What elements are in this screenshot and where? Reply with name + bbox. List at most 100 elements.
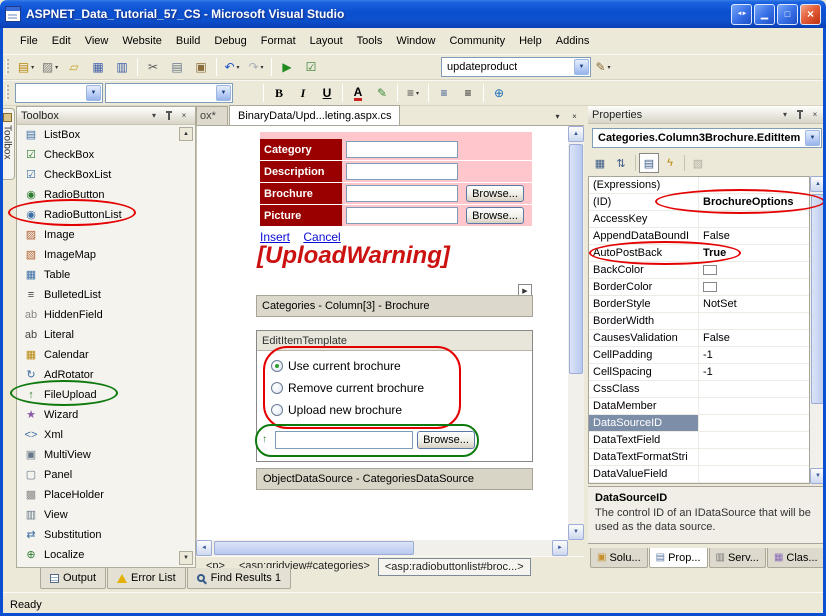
fileupload-browse-button[interactable]: Browse... bbox=[417, 431, 475, 449]
style-combo[interactable]: ▼ bbox=[15, 83, 103, 103]
copy-button[interactable]: ▤ bbox=[166, 57, 188, 77]
document-tab-active[interactable]: BinaryData/Upd...leting.aspx.cs bbox=[229, 105, 400, 125]
property-row-borderstyle[interactable]: BorderStyleNotSet bbox=[589, 296, 809, 313]
font-combo[interactable]: ▼ bbox=[105, 83, 233, 103]
toolbox-item-multiview[interactable]: ▣MultiView bbox=[17, 445, 195, 465]
toolbox-item-xml[interactable]: <>Xml bbox=[17, 425, 195, 445]
objectdatasource-control[interactable]: ObjectDataSource - CategoriesDataSource bbox=[256, 468, 533, 490]
property-value[interactable]: -1 bbox=[699, 364, 809, 380]
property-value[interactable] bbox=[699, 466, 809, 482]
toolbox-item-adrotator[interactable]: ↻AdRotator bbox=[17, 365, 195, 385]
property-value[interactable]: NotSet bbox=[699, 296, 809, 312]
menu-item-edit[interactable]: Edit bbox=[45, 30, 78, 52]
window-arrange-button[interactable]: ◄► bbox=[731, 4, 752, 25]
add-item-button[interactable]: ▨▾ bbox=[39, 57, 61, 77]
toolbox-item-panel[interactable]: ▢Panel bbox=[17, 465, 195, 485]
field-textbox[interactable] bbox=[346, 141, 458, 158]
property-value[interactable] bbox=[699, 432, 809, 448]
property-row-cellspacing[interactable]: CellSpacing-1 bbox=[589, 364, 809, 381]
toolbox-item-substitution[interactable]: ⇄Substitution bbox=[17, 525, 195, 545]
close-panel-button[interactable]: × bbox=[177, 109, 191, 123]
property-row-id[interactable]: (ID)BrochureOptions bbox=[589, 194, 809, 211]
auto-hide-button[interactable] bbox=[793, 108, 807, 122]
toolbar-combobox[interactable]: updateproduct ▼ bbox=[441, 57, 591, 77]
toolbox-item-radiobutton[interactable]: ◉RadioButton bbox=[17, 185, 195, 205]
scroll-down-button[interactable]: ▼ bbox=[179, 551, 193, 565]
panel-tab-clas[interactable]: ▦Clas... bbox=[767, 548, 825, 568]
highlight-button[interactable]: ✎ bbox=[371, 83, 393, 103]
property-row-backcolor[interactable]: BackColor bbox=[589, 262, 809, 279]
categorized-button[interactable]: ▦ bbox=[590, 153, 610, 173]
menu-item-website[interactable]: Website bbox=[115, 30, 169, 52]
toolbox-item-radiobuttonlist[interactable]: ◉RadioButtonList bbox=[17, 205, 195, 225]
gridview-column-header[interactable]: Categories - Column[3] - Brochure bbox=[256, 295, 533, 317]
property-row-datamember[interactable]: DataMember bbox=[589, 398, 809, 415]
radio-option-upload-new-brochure[interactable]: Upload new brochure bbox=[271, 399, 424, 421]
menu-item-help[interactable]: Help bbox=[512, 30, 549, 52]
property-row-datatextformatstri[interactable]: DataTextFormatStri bbox=[589, 449, 809, 466]
property-row-autopostback[interactable]: AutoPostBackTrue bbox=[589, 245, 809, 262]
close-button[interactable]: × bbox=[800, 4, 821, 25]
property-value[interactable]: -1 bbox=[699, 347, 809, 363]
scrollbar-thumb[interactable] bbox=[214, 541, 414, 555]
property-value[interactable] bbox=[699, 313, 809, 329]
save-button[interactable]: ▦ bbox=[87, 57, 109, 77]
chevron-down-icon[interactable]: ▼ bbox=[86, 85, 101, 101]
property-value[interactable] bbox=[699, 211, 809, 227]
window-menu-button[interactable]: ▾ bbox=[778, 108, 792, 122]
property-value[interactable]: False bbox=[699, 330, 809, 346]
toolbox-item-checkboxlist[interactable]: ☑CheckBoxList bbox=[17, 165, 195, 185]
menu-item-window[interactable]: Window bbox=[389, 30, 442, 52]
panel-tab-prop[interactable]: ▤Prop... bbox=[649, 548, 708, 568]
toolbox-item-wizard[interactable]: ★Wizard bbox=[17, 405, 195, 425]
check-page-button[interactable]: ☑ bbox=[300, 57, 322, 77]
toolbox-item-hiddenfield[interactable]: abHiddenField bbox=[17, 305, 195, 325]
field-textbox[interactable] bbox=[346, 185, 458, 202]
property-row-expressions[interactable]: (Expressions) bbox=[589, 177, 809, 194]
maximize-button[interactable]: □ bbox=[777, 4, 798, 25]
menu-item-build[interactable]: Build bbox=[169, 30, 207, 52]
property-row-borderwidth[interactable]: BorderWidth bbox=[589, 313, 809, 330]
fileupload-textbox[interactable] bbox=[275, 431, 413, 449]
menu-item-format[interactable]: Format bbox=[254, 30, 303, 52]
radio-option-remove-current-brochure[interactable]: Remove current brochure bbox=[271, 377, 424, 399]
toolbox-item-image[interactable]: ▨Image bbox=[17, 225, 195, 245]
scroll-down-button[interactable]: ▼ bbox=[568, 524, 584, 540]
menu-item-view[interactable]: View bbox=[78, 30, 116, 52]
properties-view-button[interactable]: ▤ bbox=[639, 153, 659, 173]
toolbox-item-literal[interactable]: abLiteral bbox=[17, 325, 195, 345]
field-textbox[interactable] bbox=[346, 207, 458, 224]
property-row-cellpadding[interactable]: CellPadding-1 bbox=[589, 347, 809, 364]
chevron-down-icon[interactable]: ▼ bbox=[805, 130, 820, 146]
property-value[interactable] bbox=[699, 177, 809, 193]
minimize-button[interactable]: ▁ bbox=[754, 4, 775, 25]
panel-tab-serv[interactable]: ▥Serv... bbox=[709, 548, 766, 568]
property-value[interactable] bbox=[699, 381, 809, 397]
property-row-bordercolor[interactable]: BorderColor bbox=[589, 279, 809, 296]
panel-tab-solu[interactable]: ▣Solu... bbox=[590, 548, 648, 568]
open-file-button[interactable]: ▱ bbox=[63, 57, 85, 77]
close-document-button[interactable]: × bbox=[567, 109, 582, 123]
property-pages-button[interactable]: ▧ bbox=[688, 153, 708, 173]
italic-button[interactable]: I bbox=[292, 83, 314, 103]
close-panel-button[interactable]: × bbox=[808, 108, 822, 122]
chevron-down-icon[interactable]: ▼ bbox=[216, 85, 231, 101]
start-debug-button[interactable]: ▶ bbox=[276, 57, 298, 77]
property-row-datatextfield[interactable]: DataTextField bbox=[589, 432, 809, 449]
toolbox-item-fileupload[interactable]: ↑FileUpload bbox=[17, 385, 195, 405]
paste-button[interactable]: ▣ bbox=[190, 57, 212, 77]
auto-hide-button[interactable] bbox=[162, 109, 176, 123]
toolbox-item-checkbox[interactable]: ☑CheckBox bbox=[17, 145, 195, 165]
toolbar-grip[interactable] bbox=[6, 85, 9, 101]
style-tool-button[interactable]: ✎▾ bbox=[592, 57, 614, 77]
property-value[interactable] bbox=[699, 262, 809, 278]
redo-button[interactable]: ↷▾ bbox=[245, 57, 267, 77]
cut-button[interactable]: ✂ bbox=[142, 57, 164, 77]
toolbox-item-view[interactable]: ▥View bbox=[17, 505, 195, 525]
font-color-button[interactable]: A bbox=[347, 83, 369, 103]
toolbox-item-calendar[interactable]: ▦Calendar bbox=[17, 345, 195, 365]
bottom-tab-find-results-1[interactable]: Find Results 1 bbox=[187, 568, 291, 589]
bottom-tab-output[interactable]: Output bbox=[40, 568, 106, 589]
underline-button[interactable]: U bbox=[316, 83, 338, 103]
menu-item-community[interactable]: Community bbox=[442, 30, 512, 52]
